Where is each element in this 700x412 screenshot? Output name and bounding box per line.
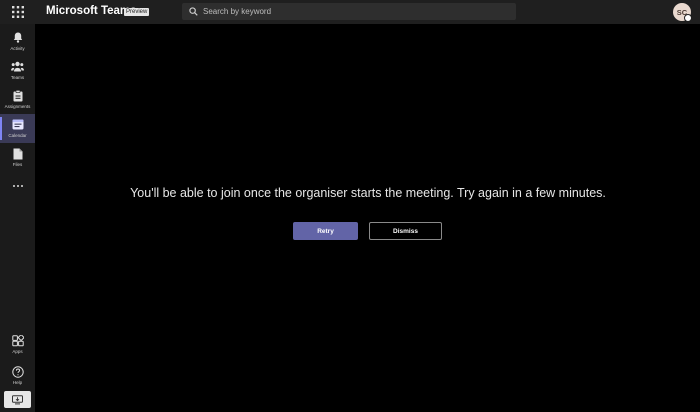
more-dot <box>16 185 19 187</box>
top-bar: Microsoft Teams Preview Search by keywor… <box>0 0 700 24</box>
sidebar-item-label: Calendar <box>8 133 27 138</box>
retry-button[interactable]: Retry <box>293 222 358 240</box>
files-icon <box>11 147 25 160</box>
search-box[interactable]: Search by keyword <box>182 3 516 20</box>
search-icon <box>189 7 198 16</box>
download-app-button[interactable] <box>4 391 31 408</box>
app-bar: Activity Teams Assignments Calendar File… <box>0 24 35 412</box>
bell-icon <box>11 31 25 44</box>
help-icon <box>11 365 25 378</box>
sidebar-item-activity[interactable]: Activity <box>0 27 35 56</box>
sidebar-item-label: Teams <box>10 75 25 80</box>
sidebar-item-label: Help <box>12 380 23 385</box>
sidebar-item-label: Activity <box>10 46 25 51</box>
teams-icon <box>11 60 25 73</box>
avatar[interactable]: SC <box>673 3 692 22</box>
search-placeholder: Search by keyword <box>203 7 272 16</box>
sidebar-item-label: Assignments <box>4 104 31 109</box>
app-launcher-icon[interactable] <box>8 4 28 20</box>
meeting-not-started-message: You'll be able to join once the organise… <box>130 186 606 200</box>
calendar-icon <box>11 118 25 131</box>
apps-icon <box>11 334 25 347</box>
sidebar-item-label: Files <box>12 162 23 167</box>
dismiss-button[interactable]: Dismiss <box>369 222 442 240</box>
sidebar-item-teams[interactable]: Teams <box>0 56 35 85</box>
more-dot <box>20 185 23 187</box>
sidebar-item-label: Apps <box>12 349 23 354</box>
sidebar-item-files[interactable]: Files <box>0 143 35 172</box>
sidebar-item-assignments[interactable]: Assignments <box>0 85 35 114</box>
preview-badge: Preview <box>124 8 150 16</box>
assignments-icon <box>11 89 25 102</box>
status-dot <box>684 14 692 22</box>
app-title: Microsoft Teams <box>46 5 137 17</box>
more-dot <box>12 185 15 187</box>
sidebar-item-calendar[interactable]: Calendar <box>0 114 35 143</box>
sidebar-item-apps[interactable]: Apps <box>0 330 35 359</box>
more-apps-button[interactable] <box>0 179 35 193</box>
sidebar-item-help[interactable]: Help <box>0 361 35 390</box>
download-icon <box>12 394 23 404</box>
